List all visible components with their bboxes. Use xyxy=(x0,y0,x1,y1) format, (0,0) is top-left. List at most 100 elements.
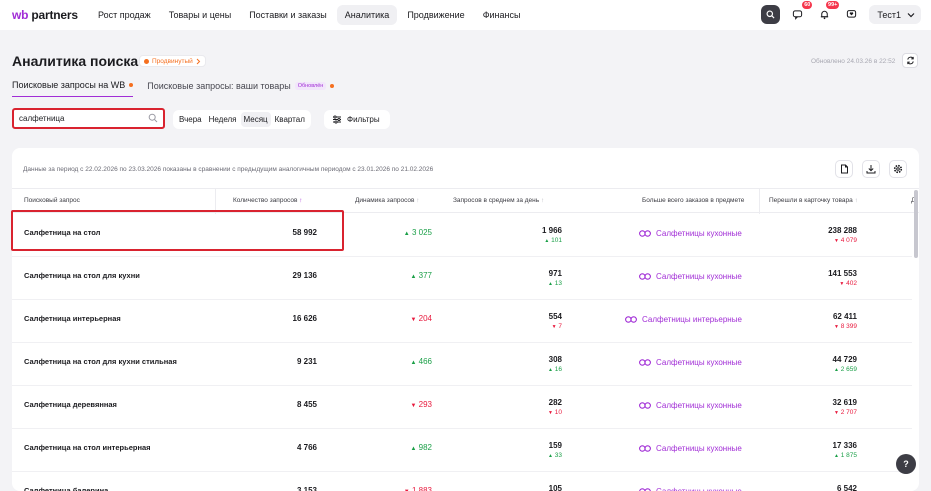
avg-per-day: 971 ▲ 13 xyxy=(548,269,562,287)
top-bar: wb partners Рост продаж Товары и цены По… xyxy=(0,0,931,30)
query-dynamics: ▼ 1 883 xyxy=(404,486,432,491)
tab-your-products[interactable]: Поисковые запросы: ваши товары Обновлён xyxy=(147,80,335,97)
updated-timestamp: Обновлено 24.03.26 в 22:52 xyxy=(811,58,896,65)
query-name[interactable]: Салфетница на стол для кухни стильная xyxy=(24,357,177,366)
export-file-button[interactable] xyxy=(835,160,853,178)
table-settings-button[interactable] xyxy=(889,160,907,178)
table-row[interactable]: Салфетница балерина 3 153 ▼ 1 883 105 Салфет… xyxy=(12,472,912,491)
subject-link[interactable]: Салфетницы кухонные xyxy=(639,401,742,410)
table-row[interactable]: Салфетница на стол для кухни 29 136 ▲ 377 9… xyxy=(12,257,912,300)
support-button[interactable] xyxy=(842,5,861,24)
notifications-badge: 99+ xyxy=(826,1,840,9)
logo-partners: partners xyxy=(31,8,78,22)
period-yesterday[interactable]: Вчера xyxy=(176,112,205,127)
query-name[interactable]: Салфетница на стол интерьерная xyxy=(24,443,151,452)
filters-button[interactable]: Фильтры xyxy=(324,110,390,129)
query-count: 8 455 xyxy=(296,400,317,409)
refresh-button[interactable] xyxy=(902,53,918,68)
updated-badge: Обновлён xyxy=(294,81,327,90)
cards-visits: 238 288 ▼ 4 079 xyxy=(828,226,857,244)
search-icon xyxy=(766,10,775,19)
subject-link[interactable]: Салфетницы кухонные xyxy=(639,444,742,453)
col-cards[interactable]: Перешли в карточку товара ↑ xyxy=(769,197,858,204)
trend-arrow-icon: ▲ xyxy=(544,238,550,244)
query-dynamics: ▼ 293 xyxy=(410,400,432,409)
logo[interactable]: wb partners xyxy=(12,8,78,22)
results-card: Данные за период с 22.02.2026 по 23.03.2… xyxy=(12,148,919,491)
link-icon xyxy=(639,445,651,452)
cards-visits: 6 542 xyxy=(836,484,857,491)
link-icon xyxy=(639,273,651,280)
nav-supplies[interactable]: Поставки и заказы xyxy=(241,5,335,25)
trend-arrow-icon: ▲ xyxy=(548,367,553,373)
download-icon xyxy=(866,165,876,174)
trend-arrow-icon: ▲ xyxy=(410,274,417,280)
period-quarter[interactable]: Квартал xyxy=(272,112,308,127)
chat-button[interactable]: 60 xyxy=(788,1,813,24)
scrollbar-thumb[interactable] xyxy=(914,190,918,258)
tab-wb-queries[interactable]: Поисковые запросы на WB xyxy=(12,80,134,97)
table-row[interactable]: Салфетница деревянная 8 455 ▼ 293 282 ▼ 10 Са… xyxy=(12,386,912,429)
query-dynamics: ▼ 204 xyxy=(410,314,432,323)
trend-arrow-icon: ▲ xyxy=(403,231,410,237)
table-row[interactable]: Салфетница на стол для кухни стильная 9 2… xyxy=(12,343,912,386)
query-dynamics: ▲ 982 xyxy=(410,443,432,452)
notifications-button[interactable]: 99+ xyxy=(815,1,840,24)
period-month[interactable]: Месяц xyxy=(240,112,271,127)
col-avg[interactable]: Запросов в среднем за день ↑ xyxy=(453,197,544,204)
query-name[interactable]: Салфетница деревянная xyxy=(24,400,117,409)
download-button[interactable] xyxy=(862,160,880,178)
trend-arrow-icon: ▼ xyxy=(833,410,839,416)
search-value: салфетница xyxy=(19,114,65,123)
trend-arrow-icon: ▲ xyxy=(548,281,553,287)
query-name[interactable]: Салфетница на стол для кухни xyxy=(24,271,140,280)
query-name[interactable]: Салфетница интерьерная xyxy=(24,314,121,323)
link-icon xyxy=(639,359,651,366)
avg-per-day: 1 966 ▲ 101 xyxy=(541,226,562,244)
sliders-icon xyxy=(333,115,341,124)
bell-icon xyxy=(821,10,829,20)
col-query[interactable]: Поисковый запрос xyxy=(24,197,80,204)
link-icon xyxy=(625,316,637,323)
period-week[interactable]: Неделя xyxy=(206,112,240,127)
nav-analytics[interactable]: Аналитика xyxy=(336,5,398,25)
trend-arrow-icon: ▼ xyxy=(548,410,553,416)
sort-arrow-icon: ↑ xyxy=(299,197,303,204)
chevron-right-icon xyxy=(196,58,200,64)
sort-arrow-icon: ↑ xyxy=(416,197,420,204)
subject-link[interactable]: Салфетницы кухонные xyxy=(639,229,742,238)
subject-link[interactable]: Салфетницы кухонные xyxy=(639,358,742,367)
avg-delta: ▲ 16 xyxy=(548,366,562,373)
table-row[interactable]: Салфетница интерьерная 16 626 ▼ 204 554 ▼ 7 С… xyxy=(12,300,912,343)
query-count: 29 136 xyxy=(292,271,317,280)
trend-arrow-icon: ▼ xyxy=(410,403,417,409)
plan-badge[interactable]: Продвинутый xyxy=(139,55,206,67)
nav-growth[interactable]: Рост продаж xyxy=(90,5,159,25)
tab-wb-queries-label: Поисковые запросы на WB xyxy=(12,80,126,90)
nav-finance[interactable]: Финансы xyxy=(475,5,529,25)
nav-products[interactable]: Товары и цены xyxy=(161,5,240,25)
nav-promotion[interactable]: Продвижение xyxy=(399,5,472,25)
user-name: Тест1 xyxy=(877,9,901,20)
col-count[interactable]: Количество запросов ↑ xyxy=(233,197,303,204)
logo-wb: wb xyxy=(12,8,29,22)
search-icon[interactable] xyxy=(148,113,158,123)
global-search-button[interactable] xyxy=(761,5,781,24)
help-button[interactable]: ? xyxy=(896,454,916,474)
query-name[interactable]: Салфетница балерина xyxy=(24,486,108,491)
subject-link[interactable]: Салфетницы кухонные xyxy=(639,272,742,281)
period-selector: Вчера Неделя Месяц Квартал xyxy=(173,110,311,129)
trend-arrow-icon: ▲ xyxy=(833,367,839,373)
trend-arrow-icon: ▼ xyxy=(410,317,417,323)
subject-link[interactable]: Салфетницы интерьерные xyxy=(625,315,742,324)
subject-link[interactable]: Салфетницы кухонные xyxy=(639,487,742,491)
table-row[interactable]: Салфетница на стол интерьерная 4 766 ▲ 982… xyxy=(12,429,912,472)
link-icon xyxy=(639,230,651,237)
query-count: 3 153 xyxy=(296,486,317,491)
avg-delta: ▲ 13 xyxy=(548,280,562,287)
cards-visits: 32 619 ▼ 2 707 xyxy=(832,398,857,416)
col-dynamics[interactable]: Динамика запросов ↑ xyxy=(355,197,420,204)
query-dynamics: ▲ 377 xyxy=(410,271,432,280)
search-input[interactable]: салфетница xyxy=(12,108,165,129)
user-menu[interactable]: Тест1 xyxy=(869,5,921,24)
